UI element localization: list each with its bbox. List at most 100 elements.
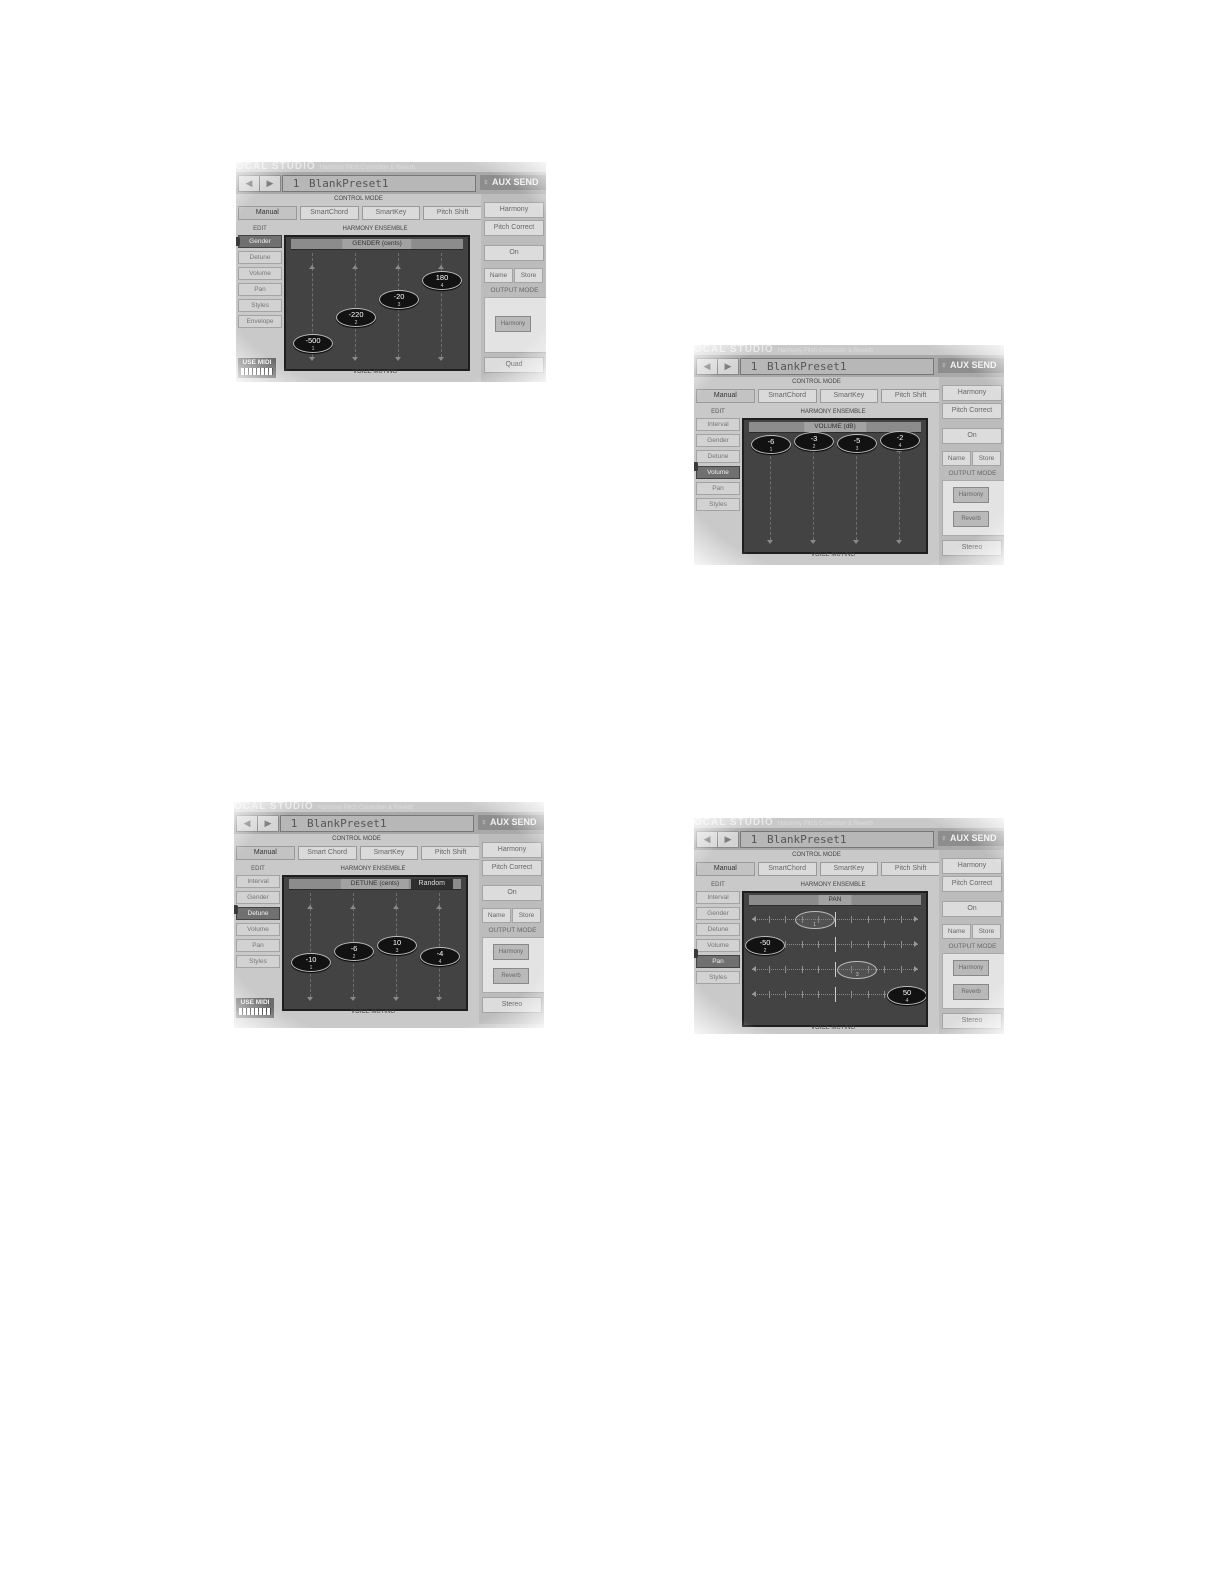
voice-3-knob[interactable]: -20 3 bbox=[379, 289, 419, 309]
on-button[interactable]: On bbox=[942, 428, 1002, 444]
edit-item-pan[interactable]: Pan bbox=[696, 955, 740, 968]
store-button[interactable]: Store bbox=[512, 908, 541, 923]
edit-item-detune[interactable]: Detune bbox=[696, 450, 740, 463]
control-mode-2-button[interactable]: SmartChord bbox=[757, 862, 817, 876]
store-button[interactable]: Store bbox=[514, 268, 543, 283]
voice-4-knob[interactable]: -4 4 bbox=[420, 947, 460, 967]
edit-item-pan[interactable]: Pan bbox=[696, 482, 740, 495]
output-mode-select[interactable]: Stereo bbox=[942, 1013, 1002, 1029]
edit-item-gender[interactable]: Gender bbox=[696, 434, 740, 447]
preset-name-field[interactable]: 1 BlankPreset1 bbox=[740, 358, 934, 375]
edit-item-pan[interactable]: Pan bbox=[238, 283, 282, 296]
output-mode-select[interactable]: Stereo bbox=[482, 997, 542, 1013]
name-button[interactable]: Name bbox=[942, 451, 971, 466]
preset-name-field[interactable]: 1 BlankPreset1 bbox=[740, 831, 934, 848]
voice-3-knob[interactable]: 10 3 bbox=[377, 935, 417, 955]
edit-item-detune[interactable]: Detune bbox=[238, 251, 282, 264]
store-button[interactable]: Store bbox=[972, 451, 1001, 466]
prev-preset-button[interactable]: ◀ bbox=[238, 175, 260, 192]
output-mode-select[interactable]: Quad bbox=[484, 357, 544, 373]
voice-1-knob[interactable]: -500 1 bbox=[293, 334, 333, 354]
control-mode-3-button[interactable]: SmartKey bbox=[361, 206, 421, 220]
use-midi-button[interactable]: USE MIDI bbox=[236, 998, 274, 1018]
edit-item-volume[interactable]: Volume bbox=[238, 267, 282, 280]
pitch-correct-button[interactable]: Pitch Correct bbox=[942, 403, 1002, 419]
pitch-correct-button[interactable]: Pitch Correct bbox=[942, 876, 1002, 892]
edit-item-volume[interactable]: Volume bbox=[696, 939, 740, 952]
prev-preset-button[interactable]: ◀ bbox=[696, 358, 718, 375]
edit-item-envelope[interactable]: Envelope bbox=[238, 315, 282, 328]
control-mode-2-button[interactable]: Smart Chord bbox=[297, 846, 357, 860]
voice-1-knob[interactable]: -10 1 bbox=[291, 952, 331, 972]
harmony-button[interactable]: Harmony bbox=[484, 202, 544, 218]
pitch-correct-button[interactable]: Pitch Correct bbox=[484, 220, 544, 236]
edit-item-volume[interactable]: Volume bbox=[236, 923, 280, 936]
edit-item-interval[interactable]: Interval bbox=[696, 891, 740, 904]
prev-preset-button[interactable]: ◀ bbox=[236, 815, 258, 832]
store-button[interactable]: Store bbox=[972, 924, 1001, 939]
pitch-correct-button[interactable]: Pitch Correct bbox=[482, 860, 542, 876]
on-button[interactable]: On bbox=[482, 885, 542, 901]
aux-send-button[interactable]: ♀ AUX SEND bbox=[938, 831, 1004, 846]
edit-item-styles[interactable]: Styles bbox=[696, 498, 740, 511]
pan-voice-3-knob[interactable]: 3 bbox=[837, 961, 878, 979]
next-preset-button[interactable]: ▶ bbox=[259, 175, 281, 192]
voice-2-knob[interactable]: -3 2 bbox=[794, 432, 834, 452]
control-mode-1-button[interactable]: Manual bbox=[696, 389, 755, 403]
use-midi-button[interactable]: USE MIDI bbox=[238, 358, 276, 378]
preset-name-field[interactable]: 1 BlankPreset1 bbox=[282, 175, 476, 192]
random-button[interactable]: Random bbox=[410, 879, 453, 889]
voice-2-knob[interactable]: -220 2 bbox=[336, 308, 376, 328]
edit-item-volume[interactable]: Volume bbox=[696, 466, 740, 479]
edit-item-detune[interactable]: Detune bbox=[236, 907, 280, 920]
preset-name-field[interactable]: 1 BlankPreset1 bbox=[280, 815, 474, 832]
aux-send-button[interactable]: ♀ AUX SEND bbox=[480, 175, 546, 190]
control-mode-3-button[interactable]: SmartKey bbox=[819, 862, 879, 876]
edit-item-interval[interactable]: Interval bbox=[696, 418, 740, 431]
next-preset-button[interactable]: ▶ bbox=[717, 831, 739, 848]
edit-item-interval[interactable]: Interval bbox=[236, 875, 280, 888]
harmony-button[interactable]: Harmony bbox=[482, 842, 542, 858]
next-preset-button[interactable]: ▶ bbox=[257, 815, 279, 832]
control-mode-2-button[interactable]: SmartChord bbox=[299, 206, 359, 220]
name-button[interactable]: Name bbox=[942, 924, 971, 939]
edit-item-gender[interactable]: Gender bbox=[236, 891, 280, 904]
name-button[interactable]: Name bbox=[484, 268, 513, 283]
pan-voice-1-knob[interactable]: 1 bbox=[794, 911, 835, 929]
voice-3-knob[interactable]: -5 3 bbox=[837, 434, 877, 454]
control-mode-4-button[interactable]: Pitch Shift bbox=[881, 862, 940, 876]
control-mode-3-button[interactable]: SmartKey bbox=[819, 389, 879, 403]
pan-voice-4-knob[interactable]: 50 4 bbox=[887, 986, 926, 1005]
voice-4-knob[interactable]: -2 4 bbox=[880, 431, 920, 451]
control-mode-1-button[interactable]: Manual bbox=[696, 862, 755, 876]
control-mode-4-button[interactable]: Pitch Shift bbox=[423, 206, 482, 220]
edit-item-styles[interactable]: Styles bbox=[696, 971, 740, 984]
edit-item-gender[interactable]: Gender bbox=[696, 907, 740, 920]
prev-preset-button[interactable]: ◀ bbox=[696, 831, 718, 848]
edit-item-gender[interactable]: Gender bbox=[238, 235, 282, 248]
on-button[interactable]: On bbox=[484, 245, 544, 261]
edit-item-styles[interactable]: Styles bbox=[238, 299, 282, 312]
control-mode-4-button[interactable]: Pitch Shift bbox=[421, 846, 480, 860]
edit-item-detune[interactable]: Detune bbox=[696, 923, 740, 936]
control-mode-1-button[interactable]: Manual bbox=[236, 846, 295, 860]
pan-voice-4-value: 50 bbox=[902, 988, 912, 997]
next-preset-button[interactable]: ▶ bbox=[717, 358, 739, 375]
output-mode-select[interactable]: Stereo bbox=[942, 540, 1002, 556]
harmony-button[interactable]: Harmony bbox=[942, 858, 1002, 874]
voice-2-knob[interactable]: -6 2 bbox=[334, 942, 374, 962]
control-mode-2-button[interactable]: SmartChord bbox=[757, 389, 817, 403]
edit-item-pan[interactable]: Pan bbox=[236, 939, 280, 952]
edit-item-styles[interactable]: Styles bbox=[236, 955, 280, 968]
harmony-button[interactable]: Harmony bbox=[942, 385, 1002, 401]
on-button[interactable]: On bbox=[942, 901, 1002, 917]
control-mode-1-button[interactable]: Manual bbox=[238, 206, 297, 220]
aux-send-button[interactable]: ♀ AUX SEND bbox=[938, 358, 1004, 373]
voice-4-knob[interactable]: 180 4 bbox=[422, 271, 462, 290]
pan-voice-2-knob[interactable]: -50 2 bbox=[745, 936, 785, 955]
name-button[interactable]: Name bbox=[482, 908, 511, 923]
control-mode-3-button[interactable]: SmartKey bbox=[359, 846, 419, 860]
aux-send-button[interactable]: ♀ AUX SEND bbox=[478, 815, 544, 830]
control-mode-4-button[interactable]: Pitch Shift bbox=[881, 389, 940, 403]
voice-1-knob[interactable]: -6 1 bbox=[751, 435, 791, 455]
